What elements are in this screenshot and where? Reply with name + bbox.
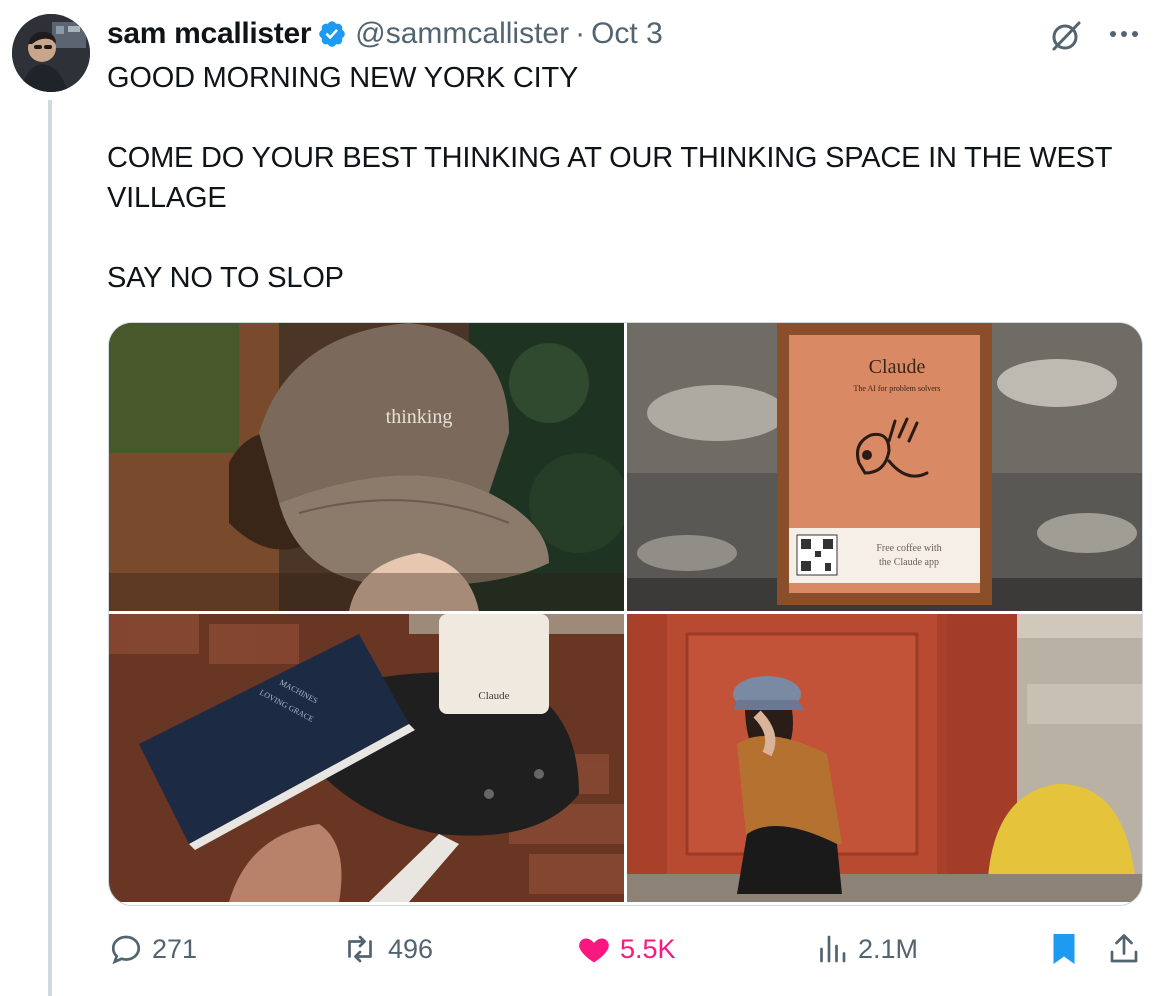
reply-count: 271	[152, 933, 198, 964]
bookmark-button[interactable]	[1048, 926, 1088, 972]
separator: ·	[575, 17, 586, 50]
sign-offer-line2: the Claude app	[879, 557, 939, 568]
share-icon	[1110, 934, 1138, 963]
reply-button[interactable]: 271	[108, 926, 197, 972]
tweet-paragraph: COME DO YOUR BEST THINKING AT OUR THINKI…	[107, 142, 1112, 214]
avatar[interactable]	[12, 14, 90, 92]
share-button[interactable]	[1106, 926, 1150, 972]
author-handle[interactable]: @sammcallister	[355, 17, 569, 51]
photo-cap[interactable]: thinking	[109, 323, 624, 611]
media-grid: thinking Claude The AI for problem solve…	[108, 322, 1143, 906]
views-icon	[820, 935, 846, 963]
like-button[interactable]: 5.5K	[576, 926, 676, 972]
cap-text: thinking	[386, 406, 453, 428]
tweet-text: GOOD MORNING NEW YORK CITY COME DO YOUR …	[107, 58, 1137, 298]
photo-sign[interactable]: Claude The AI for problem solvers Free c…	[627, 323, 1142, 611]
cup-text: Claude	[478, 690, 509, 702]
more-icon[interactable]	[1106, 22, 1142, 46]
reply-icon	[111, 935, 141, 965]
sign-title: Claude	[869, 356, 926, 378]
bookmark-icon	[1053, 934, 1075, 964]
action-bar: 271 496 5.5K 2.1M	[0, 926, 1162, 972]
tweet-date[interactable]: Oct 3	[591, 17, 663, 51]
repost-button[interactable]: 496	[340, 926, 433, 972]
sign-offer-line1: Free coffee with	[876, 543, 941, 554]
like-count: 5.5K	[620, 933, 676, 964]
verified-badge-icon	[319, 21, 346, 47]
sign-subtitle: The AI for problem solvers	[853, 384, 940, 393]
author-name[interactable]: sam mcallister	[107, 17, 312, 51]
grok-icon[interactable]	[1048, 18, 1084, 54]
tweet-paragraph: GOOD MORNING NEW YORK CITY	[107, 62, 579, 94]
tweet-header: sam mcallister @sammcallister · Oct 3	[107, 14, 663, 54]
repost-count: 496	[388, 933, 434, 964]
photo-door[interactable]	[627, 614, 1142, 902]
views-count: 2.1M	[858, 933, 919, 964]
retweet-icon	[348, 935, 372, 963]
views-button[interactable]: 2.1M	[814, 926, 918, 972]
thread-line	[48, 100, 52, 996]
photo-book[interactable]: Claude MACHINES LOVING GRACE	[109, 614, 624, 902]
tweet-paragraph: SAY NO TO SLOP	[107, 262, 344, 294]
heart-icon	[579, 938, 609, 963]
